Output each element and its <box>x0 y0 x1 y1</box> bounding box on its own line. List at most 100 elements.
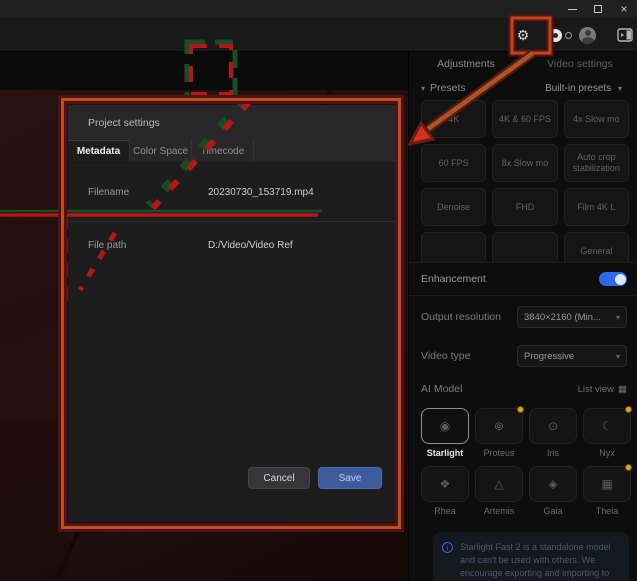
preset-unlabeled-2[interactable] <box>492 232 557 262</box>
model-label: Starlight <box>427 448 464 458</box>
tab-video-settings[interactable]: Video settings <box>523 58 637 70</box>
enhancement-row: Enhancement <box>409 263 637 295</box>
settings-sidebar: Adjustments Video settings ▾ Presets Buil… <box>408 52 637 581</box>
model-label: Theia <box>596 506 619 516</box>
chevron-down-icon: ▾ <box>618 84 622 93</box>
built-in-presets-selector[interactable]: Built-in presets ▾ <box>545 83 627 94</box>
list-view-toggle[interactable]: List view ▦ <box>578 384 627 395</box>
preset-4k[interactable]: 4K <box>421 100 486 138</box>
preset-8x-slow-mo[interactable]: 8x Slow mo <box>492 144 557 182</box>
model-label: Proteus <box>483 448 514 458</box>
rhea-icon: ❖ <box>440 477 451 491</box>
close-icon: × <box>620 3 627 15</box>
preset-denoise[interactable]: Denoise <box>421 188 486 226</box>
maximize-icon <box>594 5 602 13</box>
filename-row: Filename 20230730_153719.mp4 <box>68 163 395 222</box>
tab-color-space[interactable]: Color Space <box>130 140 192 162</box>
settings-button[interactable]: ⚙ <box>508 21 538 49</box>
ai-model-row: AI Model List view ▦ <box>409 374 637 404</box>
preset-film-4k-l[interactable]: Film 4K L <box>564 188 629 226</box>
output-resolution-row: Output resolution 3840×2160 (Min... ▾ <box>409 296 637 338</box>
maximize-button[interactable] <box>585 0 611 18</box>
model-starlight[interactable]: ◉ Starlight <box>421 408 469 466</box>
file-path-row: File path D:/Video/Video Ref <box>68 222 395 268</box>
presets-collapse[interactable]: ▾ Presets <box>421 82 466 94</box>
starlight-icon: ◉ <box>440 419 450 433</box>
dialog-footer: Cancel Save <box>68 456 395 500</box>
tab-adjustments[interactable]: Adjustments <box>409 58 523 70</box>
filename-value: 20230730_153719.mp4 <box>208 187 314 198</box>
ai-model-label: AI Model <box>421 383 462 395</box>
dialog-body: Filename 20230730_153719.mp4 File path D… <box>68 163 395 500</box>
model-gaia[interactable]: ◈ Gaia <box>529 466 577 524</box>
save-button[interactable]: Save <box>318 467 382 489</box>
model-nyx[interactable]: ☾ Nyx <box>583 408 631 466</box>
dialog-header: Project settings <box>68 105 395 140</box>
app-toolbar: ⚙ <box>0 18 637 52</box>
enhancement-toggle[interactable] <box>599 272 627 286</box>
preset-row-partial: General <box>409 232 637 262</box>
window-titlebar: × <box>0 0 637 18</box>
video-type-dropdown[interactable]: Progressive ▾ <box>517 345 627 367</box>
video-type-value: Progressive <box>524 351 574 362</box>
toolbar-right-cluster: ⚙ <box>508 18 633 52</box>
model-info-note: i Starlight Fast 2 is a standalone model… <box>433 532 629 581</box>
chevron-down-icon: ▾ <box>421 84 425 93</box>
built-in-presets-label: Built-in presets <box>545 83 611 94</box>
tab-timecode[interactable]: Timecode <box>192 140 254 162</box>
credits-count-icon <box>565 32 572 39</box>
model-label: Iris <box>547 448 559 458</box>
panel-toggle-icon[interactable] <box>617 28 633 42</box>
iris-icon: ⊙ <box>548 419 558 433</box>
tab-metadata[interactable]: Metadata <box>68 140 130 162</box>
minimize-icon <box>568 9 577 10</box>
preset-unlabeled-1[interactable] <box>421 232 486 262</box>
account-avatar[interactable] <box>579 27 596 44</box>
cancel-button[interactable]: Cancel <box>248 467 310 489</box>
ai-model-grid: ◉ Starlight ⊚ Proteus ⊙ Iris ☾ Nyx ❖ Rhe… <box>409 404 637 524</box>
close-button[interactable]: × <box>611 0 637 18</box>
proteus-icon: ⊚ <box>494 419 504 433</box>
info-note-text: Starlight Fast 2 is a standalone model a… <box>460 541 619 581</box>
gear-icon: ⚙ <box>517 27 530 44</box>
model-label: Gaia <box>543 506 562 516</box>
file-path-label: File path <box>68 240 208 251</box>
preset-60fps[interactable]: 60 FPS <box>421 144 486 182</box>
model-rhea[interactable]: ❖ Rhea <box>421 466 469 524</box>
model-proteus[interactable]: ⊚ Proteus <box>475 408 523 466</box>
video-type-label: Video type <box>421 350 470 362</box>
enhancement-label: Enhancement <box>421 273 486 285</box>
file-path-value: D:/Video/Video Ref <box>208 240 293 251</box>
output-resolution-label: Output resolution <box>421 311 501 323</box>
model-theia[interactable]: ▦ Theia <box>583 466 631 524</box>
credits-indicator[interactable] <box>549 29 572 42</box>
model-label: Artemis <box>484 506 515 516</box>
new-badge <box>625 464 632 471</box>
preset-fhd[interactable]: FHD <box>492 188 557 226</box>
theia-icon: ▦ <box>601 477 612 491</box>
dialog-title: Project settings <box>88 117 160 129</box>
preset-4k-60fps[interactable]: 4K & 60 FPS <box>492 100 557 138</box>
video-type-row: Video type Progressive ▾ <box>409 338 637 374</box>
preset-grid: 4K 4K & 60 FPS 4x Slow mo 60 FPS 8x Slow… <box>409 98 637 226</box>
gaia-icon: ◈ <box>548 477 557 491</box>
minimize-button[interactable] <box>559 0 585 18</box>
model-label: Nyx <box>599 448 615 458</box>
chevron-down-icon: ▾ <box>616 352 620 361</box>
presets-header: ▾ Presets Built-in presets ▾ <box>409 76 637 98</box>
output-resolution-dropdown[interactable]: 3840×2160 (Min... ▾ <box>517 306 627 328</box>
model-artemis[interactable]: △ Artemis <box>475 466 523 524</box>
preset-auto-crop-stabilization[interactable]: Auto crop stabilization <box>564 144 629 182</box>
new-badge <box>625 406 632 413</box>
list-view-label: List view <box>578 384 614 395</box>
preset-4x-slow-mo[interactable]: 4x Slow mo <box>564 100 629 138</box>
preset-general[interactable]: General <box>564 232 629 262</box>
filename-label: Filename <box>68 187 208 198</box>
project-settings-dialog: Project settings Metadata Color Space Ti… <box>68 105 395 522</box>
model-label: Rhea <box>434 506 456 516</box>
app-window: × ⚙ <box>0 0 637 581</box>
sidebar-tabs: Adjustments Video settings <box>409 52 637 76</box>
model-iris[interactable]: ⊙ Iris <box>529 408 577 466</box>
presets-label: Presets <box>430 82 466 94</box>
nyx-icon: ☾ <box>602 419 613 433</box>
